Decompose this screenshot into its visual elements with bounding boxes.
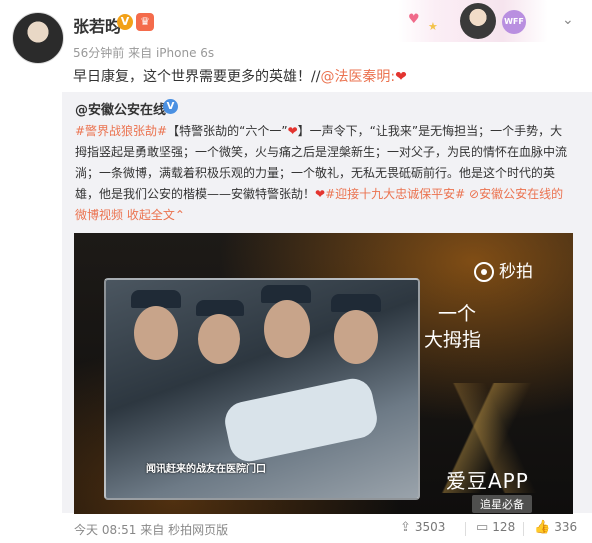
video-frame-photo: 闻讯赶来的战友在医院门口 bbox=[104, 278, 420, 500]
retweet-author[interactable]: @安徽公安在线 bbox=[75, 99, 166, 118]
vip-badge-icon[interactable]: ♛ bbox=[136, 13, 154, 31]
like-count: 336 bbox=[554, 520, 578, 534]
collapse-arrow-icon[interactable]: ⌃ bbox=[175, 208, 185, 222]
wff-badge-icon: WFF bbox=[502, 10, 526, 34]
divider bbox=[523, 522, 524, 536]
chevron-down-icon[interactable]: ⌄ bbox=[562, 12, 574, 28]
heart-emoji-icon: ❤ bbox=[287, 124, 298, 138]
aidou-app-logo: 爱豆APP bbox=[446, 469, 529, 493]
comment-icon: ▭ bbox=[476, 520, 489, 535]
aidou-app-subtitle: 追星必备 bbox=[472, 495, 532, 513]
post-time[interactable]: 56分钟前 bbox=[73, 46, 124, 60]
officer-face bbox=[198, 314, 240, 364]
miaopai-watermark: 秒拍 bbox=[474, 257, 533, 282]
heart-emoji-icon: ❤ bbox=[315, 187, 326, 201]
comment-button[interactable]: ▭ 128 bbox=[476, 520, 515, 535]
officer-face bbox=[264, 300, 310, 358]
officer-face bbox=[334, 310, 378, 364]
mention-link[interactable]: @法医秦明: bbox=[320, 69, 395, 85]
miaopai-icon bbox=[474, 262, 494, 282]
author-avatar[interactable] bbox=[12, 12, 64, 64]
heart-emoji-icon: ❤ bbox=[395, 69, 407, 85]
retweet-time[interactable]: 今天 08:51 bbox=[74, 523, 136, 537]
hashtag-link[interactable]: #警界战狼张劼# bbox=[75, 124, 167, 138]
heart-decoration-icon: ♥ bbox=[408, 12, 420, 27]
post-text-main: 早日康复，这个世界需要更多的英雄！// bbox=[73, 69, 321, 85]
retweet-bracket-close: 】 bbox=[297, 124, 310, 138]
video-overlay-line2: 大拇指 bbox=[424, 329, 482, 351]
verified-badge-icon[interactable]: V bbox=[117, 14, 133, 30]
thumbs-up-icon: 👍 bbox=[534, 520, 551, 535]
retweet-verified-icon[interactable]: V bbox=[163, 99, 178, 114]
retweet-meta: 今天 08:51 来自 秒拍网页版 bbox=[74, 521, 228, 538]
decoration-portrait bbox=[460, 3, 496, 39]
officer-face bbox=[134, 306, 178, 360]
retweet-source[interactable]: 秒拍网页版 bbox=[168, 523, 228, 537]
comment-count: 128 bbox=[492, 520, 516, 534]
stretcher bbox=[221, 375, 381, 465]
share-button[interactable]: ⇪ 3503 bbox=[400, 520, 445, 535]
card-decoration: ♥ ★ WFF bbox=[398, 0, 548, 42]
post-source-prefix: 来自 bbox=[128, 46, 153, 60]
post-meta: 56分钟前 来自 iPhone 6s bbox=[73, 44, 214, 61]
post-text: 早日康复，这个世界需要更多的英雄！//@法医秦明:❤ bbox=[73, 66, 407, 86]
collapse-link[interactable]: 收起全文 bbox=[127, 208, 175, 222]
divider bbox=[465, 522, 466, 536]
share-count: 3503 bbox=[414, 520, 446, 534]
author-name[interactable]: 张若昀 bbox=[73, 13, 121, 37]
share-icon: ⇪ bbox=[400, 520, 411, 535]
post-source[interactable]: iPhone 6s bbox=[156, 46, 214, 60]
like-button[interactable]: 👍 336 bbox=[534, 520, 577, 535]
video-overlay-line1: 一个 bbox=[438, 303, 477, 325]
video-caption: 闻讯赶来的战友在医院门口 bbox=[146, 464, 266, 475]
video-player[interactable]: 闻讯赶来的战友在医院门口 秒拍 一个 大拇指 爱豆APP 追星必备 bbox=[74, 233, 573, 514]
hashtag-link[interactable]: #迎接十九大忠诚保平安# bbox=[325, 187, 465, 201]
retweet-source-prefix: 来自 bbox=[140, 523, 165, 537]
miaopai-label: 秒拍 bbox=[499, 262, 533, 282]
retweet-body: #警界战狼张劼#【特警张劼的“六个一”❤】一声令下，“让我来”是无悔担当；一个手… bbox=[75, 121, 570, 226]
retweet-bracket-open: 【特警张劼的“六个一” bbox=[167, 124, 288, 138]
star-decoration-icon: ★ bbox=[428, 20, 438, 33]
